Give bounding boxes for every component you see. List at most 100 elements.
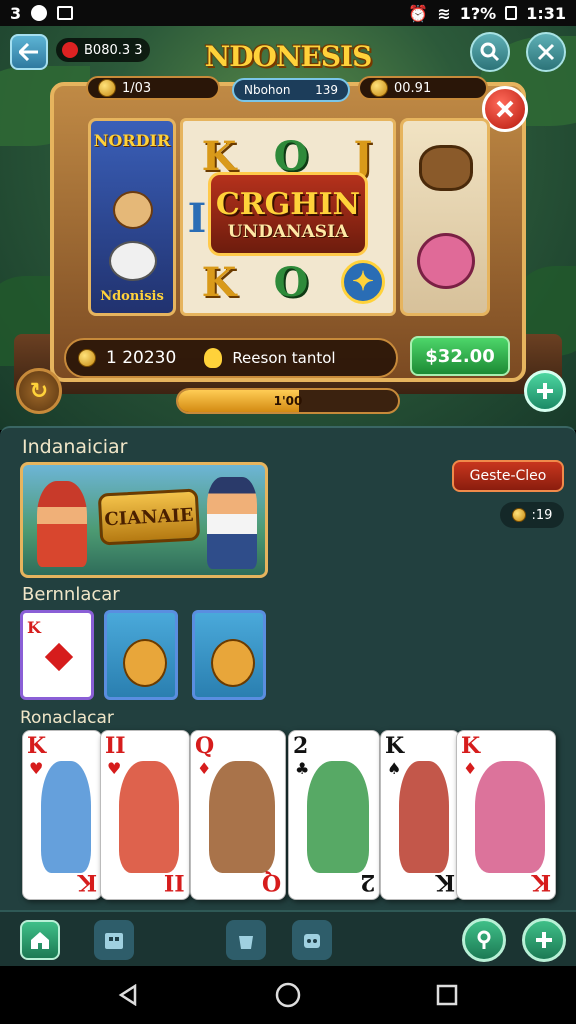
game-tile[interactable] <box>104 610 178 700</box>
playing-card[interactable]: K ♦ K <box>456 730 556 900</box>
stat-center-label: Nbohon <box>244 83 291 97</box>
creature-icon <box>417 233 475 289</box>
banner-subtitle: UNDANASIA <box>227 221 349 242</box>
bag-icon <box>239 936 253 949</box>
add-button[interactable] <box>524 370 566 412</box>
card-rank-bottom: II <box>164 869 185 895</box>
tab-calendar[interactable] <box>94 920 134 960</box>
tab-chest[interactable] <box>292 920 332 960</box>
card-suit: ♥ <box>107 759 122 778</box>
back-arrow-icon <box>19 43 38 61</box>
stat-pill-left: 1/03 <box>86 76 220 100</box>
reason-text: Reeson tantol <box>232 349 336 367</box>
card-suit: ♦ <box>463 759 478 778</box>
section-title: Bernnlacar <box>22 584 120 605</box>
search-button[interactable] <box>470 32 510 72</box>
section-title: Ronaclacar <box>20 708 114 728</box>
seahorse-icon <box>211 639 255 687</box>
featured-banner: CIANAIE <box>97 488 201 546</box>
card-artwork <box>41 761 91 873</box>
tab-bag[interactable] <box>226 920 266 960</box>
coin-icon <box>511 508 526 522</box>
coin-icon <box>370 79 388 97</box>
spin-history-button[interactable]: ↻ <box>16 368 62 414</box>
reel-symbol: K <box>201 258 237 306</box>
playing-card[interactable]: II ♥ II <box>100 730 190 900</box>
coin-balance-value: B080.3 3 <box>84 42 143 58</box>
close-button[interactable] <box>526 32 566 72</box>
wifi-icon: ≋ <box>437 3 451 23</box>
progress-bar: 1'00 <box>176 388 400 414</box>
progress-label: 1'00 <box>273 394 303 408</box>
character-icon <box>109 241 157 281</box>
diamond-icon <box>44 642 74 672</box>
stat-center-value: 139 <box>315 83 338 97</box>
card-rank: Q <box>195 733 215 759</box>
battery-text: 1?% <box>459 3 497 23</box>
stat-right-value: 00.91 <box>394 80 432 96</box>
card-rank: K <box>27 733 47 759</box>
card-artwork <box>399 761 449 873</box>
system-nav-bar <box>0 966 576 1024</box>
gallery-icon <box>57 6 74 20</box>
bottom-tab-bar <box>0 910 576 966</box>
coin-icon <box>78 349 96 367</box>
card-rank: II <box>105 733 126 759</box>
card-suit: ♦ <box>197 759 212 778</box>
card-artwork <box>209 761 275 873</box>
banner-title: CRGHIN <box>215 186 361 222</box>
stat-pill-right: 00.91 <box>358 76 488 100</box>
lightbulb-icon <box>204 348 223 368</box>
notification-icon <box>31 5 48 21</box>
close-icon <box>537 43 555 61</box>
character-boy-icon <box>207 477 257 569</box>
card-rank: K <box>461 733 481 759</box>
plus-icon <box>537 383 553 399</box>
coin-icon <box>98 79 116 97</box>
card-rank-bottom: 2 <box>359 869 375 895</box>
card-rank: K <box>27 618 41 637</box>
nav-recents-icon <box>436 984 458 1006</box>
seahorse-icon <box>123 639 167 687</box>
apple-icon <box>62 42 78 58</box>
nav-back-button[interactable] <box>113 980 143 1010</box>
playing-card[interactable]: Q ♦ Q <box>190 730 286 900</box>
left-character-panel: NORDIR Ndonisis <box>88 118 176 316</box>
close-icon <box>496 100 514 118</box>
back-button[interactable] <box>10 34 48 70</box>
game-tile[interactable]: K <box>20 610 94 700</box>
card-rank-bottom: K <box>77 869 97 895</box>
character-girl-icon <box>37 481 87 567</box>
section-title: Indanaiciar <box>22 436 128 458</box>
red-action-button[interactable]: Geste-Cleo <box>452 460 564 492</box>
tab-add[interactable] <box>522 918 566 962</box>
card-suit: ♣ <box>295 759 310 778</box>
status-bar: 3 ⏰ ≋ 1?% 1:31 <box>0 0 576 26</box>
credits-value: 1 20230 <box>106 348 177 368</box>
tab-home[interactable] <box>20 920 60 960</box>
reel-symbol: O <box>273 258 309 306</box>
credit-bar: 1 20230 Reeson tantol <box>64 338 398 378</box>
tab-profile[interactable] <box>462 918 506 962</box>
character-icon <box>113 191 153 229</box>
featured-game-card[interactable]: CIANAIE <box>20 462 268 578</box>
card-rank: 2 <box>293 733 309 759</box>
chest-icon <box>304 934 320 948</box>
coin-balance: B080.3 3 <box>56 38 150 62</box>
playing-card[interactable]: 2 ♣ 2 <box>288 730 380 900</box>
right-character-panel <box>400 118 490 316</box>
card-rank-bottom: K <box>531 869 551 895</box>
calendar-icon <box>105 933 123 949</box>
nav-home-button[interactable] <box>273 980 303 1010</box>
playing-card[interactable]: K ♠ K <box>380 730 460 900</box>
card-artwork <box>307 761 369 873</box>
reel-symbol: I <box>187 194 207 242</box>
compass-symbol: ✦ <box>329 251 397 313</box>
card-artwork <box>119 761 179 873</box>
playing-card[interactable]: K ♥ K <box>22 730 102 900</box>
game-banner: CRGHIN UNDANASIA <box>208 172 368 256</box>
bet-button[interactable]: $32.00 <box>410 336 510 376</box>
plus-icon <box>536 932 552 948</box>
game-tile[interactable] <box>192 610 266 700</box>
nav-recents-button[interactable] <box>432 980 462 1010</box>
